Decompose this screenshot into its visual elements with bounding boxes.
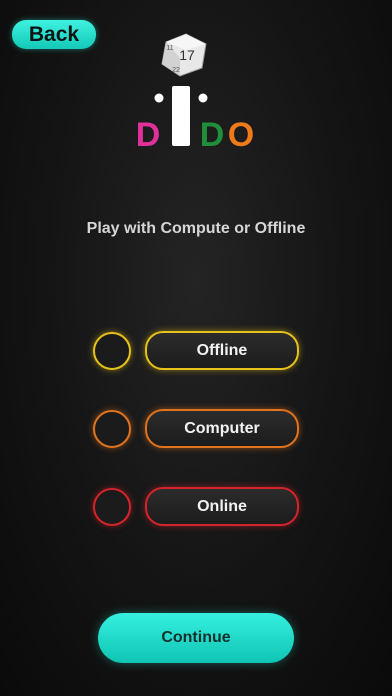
die-number-bottom: 22 xyxy=(172,67,180,74)
logo-dot-left xyxy=(154,93,164,103)
online-button[interactable]: Online xyxy=(145,487,299,526)
option-offline: Offline xyxy=(0,331,392,371)
logo-letter-d1: D xyxy=(136,116,161,152)
die-number-left: 11 xyxy=(166,45,173,52)
logo-letter-o: O xyxy=(228,116,254,152)
offline-radio[interactable] xyxy=(93,332,131,370)
option-online: Online xyxy=(0,487,392,527)
logo-dot-right xyxy=(198,93,208,103)
page-subtitle: Play with Compute or Offline xyxy=(86,220,306,237)
back-button[interactable]: Back xyxy=(12,20,96,49)
die-icon: 17 11 22 xyxy=(161,33,207,77)
online-radio[interactable] xyxy=(93,488,131,526)
option-computer: Computer xyxy=(0,409,392,449)
die-number-main: 17 xyxy=(179,47,195,63)
computer-radio[interactable] xyxy=(93,410,131,448)
computer-button[interactable]: Computer xyxy=(145,409,299,448)
continue-button[interactable]: Continue xyxy=(98,613,294,663)
logo-letter-i-bar xyxy=(172,86,190,146)
dido-logo: 17 11 22 D D O xyxy=(136,33,254,152)
mode-select-screen: Back 17 11 22 D D O Play with Compute or… xyxy=(0,0,392,696)
logo-letter-d2: D xyxy=(200,116,225,152)
offline-button[interactable]: Offline xyxy=(145,331,299,370)
